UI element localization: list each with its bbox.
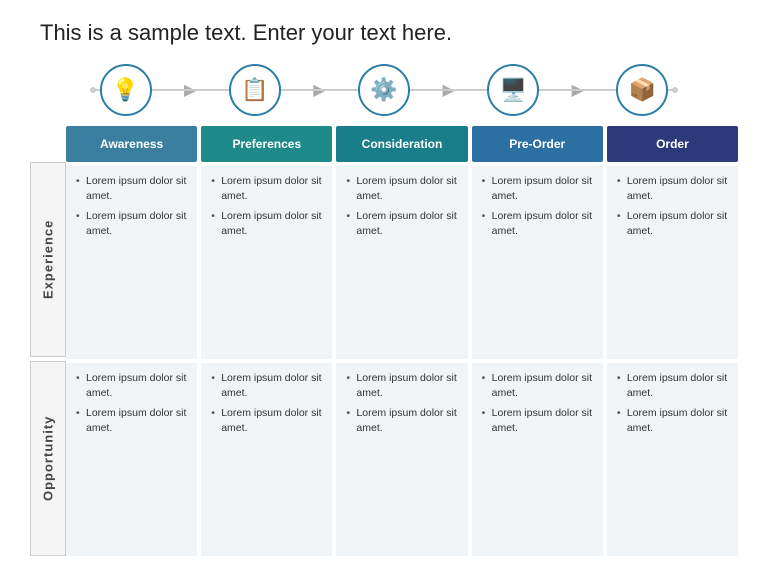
list-item: Lorem ipsum dolor sit amet. bbox=[211, 209, 322, 238]
list-item: Lorem ipsum dolor sit amet. bbox=[482, 371, 593, 400]
list-item: Lorem ipsum dolor sit amet. bbox=[617, 209, 728, 238]
dot-left bbox=[90, 87, 96, 93]
dot-right bbox=[672, 87, 678, 93]
cell-experience-awareness: Lorem ipsum dolor sit amet. Lorem ipsum … bbox=[66, 166, 197, 359]
list-item: Lorem ipsum dolor sit amet. bbox=[346, 174, 457, 203]
cell-opportunity-preorder: Lorem ipsum dolor sit amet. Lorem ipsum … bbox=[472, 363, 603, 556]
timeline-circle-4: 🖥️ bbox=[487, 64, 539, 116]
page: This is a sample text. Enter your text h… bbox=[0, 0, 768, 576]
grid-row-opportunity: Lorem ipsum dolor sit amet. Lorem ipsum … bbox=[66, 363, 738, 556]
cell-experience-order: Lorem ipsum dolor sit amet. Lorem ipsum … bbox=[607, 166, 738, 359]
grid-area: Awareness Preferences Consideration Pre-… bbox=[66, 126, 738, 556]
grid-row-experience: Lorem ipsum dolor sit amet. Lorem ipsum … bbox=[66, 166, 738, 359]
cell-experience-consideration: Lorem ipsum dolor sit amet. Lorem ipsum … bbox=[336, 166, 467, 359]
cell-experience-preferences: Lorem ipsum dolor sit amet. Lorem ipsum … bbox=[201, 166, 332, 359]
list-item: Lorem ipsum dolor sit amet. bbox=[482, 406, 593, 435]
row-label-opportunity: Opportunity bbox=[30, 361, 66, 556]
cell-experience-preorder: Lorem ipsum dolor sit amet. Lorem ipsum … bbox=[472, 166, 603, 359]
grid-rows: Lorem ipsum dolor sit amet. Lorem ipsum … bbox=[66, 166, 738, 556]
table-wrapper: Experience Opportunity Awareness Prefere… bbox=[30, 126, 738, 556]
timeline-item-4: 🖥️ bbox=[458, 64, 569, 116]
col-header-preferences: Preferences bbox=[201, 126, 332, 162]
cell-opportunity-awareness: Lorem ipsum dolor sit amet. Lorem ipsum … bbox=[66, 363, 197, 556]
col-headers: Awareness Preferences Consideration Pre-… bbox=[66, 126, 738, 162]
list-item: Lorem ipsum dolor sit amet. bbox=[617, 371, 728, 400]
timeline-circle-5: 📦 bbox=[616, 64, 668, 116]
page-title: This is a sample text. Enter your text h… bbox=[40, 20, 738, 46]
timeline-item-5: 📦 bbox=[587, 64, 698, 116]
list-item: Lorem ipsum dolor sit amet. bbox=[617, 406, 728, 435]
col-header-order: Order bbox=[607, 126, 738, 162]
timeline: 💡 ▶ 📋 ▶ ⚙️ ▶ 🖥️ ▶ 📦 bbox=[30, 64, 738, 116]
row-label-experience: Experience bbox=[30, 162, 66, 357]
list-item: Lorem ipsum dolor sit amet. bbox=[76, 406, 187, 435]
list-item: Lorem ipsum dolor sit amet. bbox=[346, 406, 457, 435]
timeline-circle-2: 📋 bbox=[229, 64, 281, 116]
cell-opportunity-order: Lorem ipsum dolor sit amet. Lorem ipsum … bbox=[607, 363, 738, 556]
list-item: Lorem ipsum dolor sit amet. bbox=[346, 209, 457, 238]
list-item: Lorem ipsum dolor sit amet. bbox=[76, 174, 187, 203]
list-item: Lorem ipsum dolor sit amet. bbox=[482, 209, 593, 238]
list-item: Lorem ipsum dolor sit amet. bbox=[211, 406, 322, 435]
cell-opportunity-consideration: Lorem ipsum dolor sit amet. Lorem ipsum … bbox=[336, 363, 467, 556]
timeline-item-2: 📋 bbox=[199, 64, 310, 116]
cell-opportunity-preferences: Lorem ipsum dolor sit amet. Lorem ipsum … bbox=[201, 363, 332, 556]
list-item: Lorem ipsum dolor sit amet. bbox=[346, 371, 457, 400]
timeline-circle-1: 💡 bbox=[100, 64, 152, 116]
list-item: Lorem ipsum dolor sit amet. bbox=[211, 174, 322, 203]
list-item: Lorem ipsum dolor sit amet. bbox=[211, 371, 322, 400]
timeline-item-1: 💡 bbox=[70, 64, 181, 116]
list-item: Lorem ipsum dolor sit amet. bbox=[76, 209, 187, 238]
timeline-item-3: ⚙️ bbox=[328, 64, 439, 116]
list-item: Lorem ipsum dolor sit amet. bbox=[617, 174, 728, 203]
list-item: Lorem ipsum dolor sit amet. bbox=[482, 174, 593, 203]
col-header-awareness: Awareness bbox=[66, 126, 197, 162]
col-header-consideration: Consideration bbox=[336, 126, 467, 162]
row-labels: Experience Opportunity bbox=[30, 162, 66, 556]
col-header-preorder: Pre-Order bbox=[472, 126, 603, 162]
list-item: Lorem ipsum dolor sit amet. bbox=[76, 371, 187, 400]
timeline-circle-3: ⚙️ bbox=[358, 64, 410, 116]
